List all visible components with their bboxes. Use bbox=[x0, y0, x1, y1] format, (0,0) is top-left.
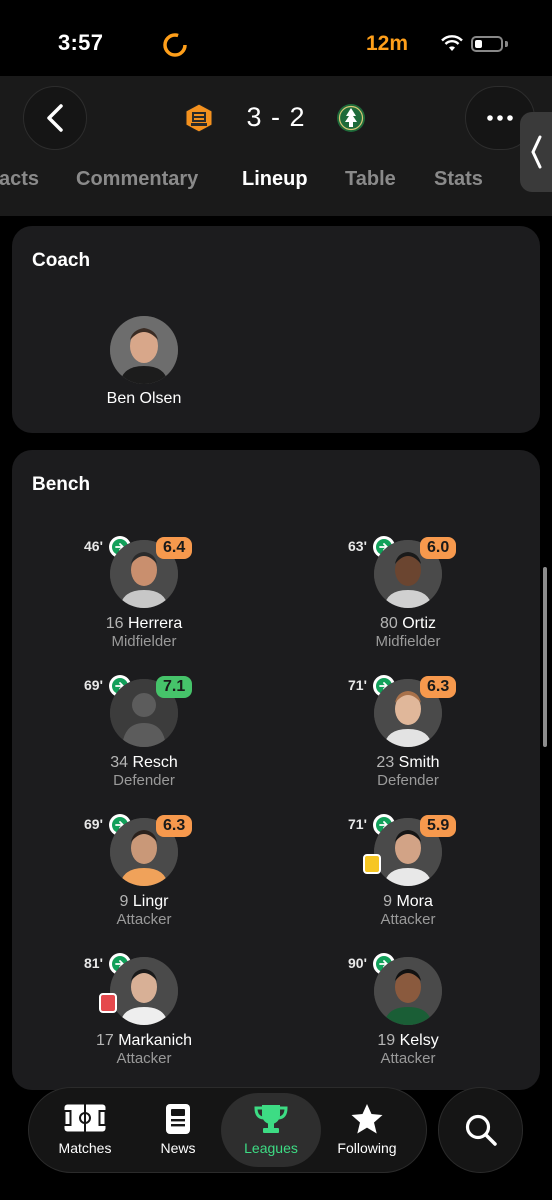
player-rating-badge: 6.4 bbox=[156, 537, 193, 559]
player-position: Defender bbox=[113, 772, 175, 789]
player-number: 16 bbox=[105, 615, 124, 632]
tab-commentary[interactable]: Commentary bbox=[76, 168, 198, 191]
sub-minute: 69' bbox=[84, 677, 103, 693]
player-name: Resch bbox=[132, 754, 178, 771]
player-position: Midfielder bbox=[375, 633, 441, 650]
sub-minute: 63' bbox=[348, 538, 367, 554]
player-number: 19 bbox=[377, 1032, 396, 1049]
battery-icon bbox=[471, 36, 503, 52]
nav-news[interactable]: News bbox=[130, 1087, 226, 1173]
player-number: 17 bbox=[95, 1032, 114, 1049]
player-name: Mora bbox=[396, 893, 433, 910]
coach-section-title: Coach bbox=[32, 250, 91, 271]
wifi-icon bbox=[441, 35, 463, 51]
coach-card: Coach Ben Olsen bbox=[12, 226, 540, 433]
coach-avatar[interactable] bbox=[110, 316, 178, 384]
player-name-line: 16 Herrera bbox=[44, 615, 244, 633]
player-name: Markanich bbox=[118, 1032, 193, 1049]
nav-following[interactable]: Following bbox=[319, 1087, 415, 1173]
portland-timbers-logo bbox=[337, 104, 365, 132]
player-position: Attacker bbox=[380, 911, 436, 928]
player-position: Midfielder bbox=[111, 633, 177, 650]
player-position: Attacker bbox=[116, 1050, 172, 1067]
nav-matches[interactable]: Matches bbox=[37, 1087, 133, 1173]
search-icon bbox=[465, 1114, 497, 1146]
coach-name: Ben Olsen bbox=[106, 390, 182, 407]
player-name: Kelsy bbox=[399, 1032, 439, 1049]
yellow-card-icon bbox=[363, 854, 381, 874]
sub-minute: 71' bbox=[348, 677, 367, 693]
player-number: 80 bbox=[379, 615, 398, 632]
player-name-line: 80 Ortiz bbox=[308, 615, 508, 633]
status-time: 3:57 bbox=[58, 30, 104, 55]
player-position: Defender bbox=[377, 772, 439, 789]
activity-time: 12m bbox=[365, 32, 408, 55]
activity-ring-icon bbox=[163, 33, 187, 57]
trophy-icon bbox=[254, 1105, 288, 1133]
tab-lineup[interactable]: Lineup bbox=[242, 168, 308, 191]
sub-minute: 81' bbox=[84, 955, 103, 971]
scrollbar[interactable] bbox=[543, 567, 547, 747]
player-rating-badge: 6.3 bbox=[420, 676, 457, 698]
red-card-icon bbox=[99, 993, 117, 1013]
player-number: 34 bbox=[110, 754, 128, 771]
nav-matches-label: Matches bbox=[58, 1140, 112, 1156]
pitch-icon bbox=[63, 1104, 107, 1132]
player-name: Smith bbox=[398, 754, 440, 771]
news-icon bbox=[166, 1104, 190, 1134]
chevron-left-icon bbox=[531, 135, 542, 169]
player-name-line: 9 Lingr bbox=[44, 893, 244, 911]
sub-minute: 71' bbox=[348, 816, 367, 832]
match-tabs: acts Commentary Lineup Table Stats bbox=[0, 168, 552, 202]
tab-stats[interactable]: Stats bbox=[434, 168, 483, 191]
more-horizontal-icon bbox=[487, 115, 513, 121]
tab-facts[interactable]: acts bbox=[0, 168, 39, 191]
dynamic-island[interactable]: 12m bbox=[148, 19, 420, 71]
player-name: Herrera bbox=[128, 615, 183, 632]
nav-leagues[interactable]: Leagues bbox=[223, 1087, 319, 1173]
player-rating-badge: 6.0 bbox=[420, 537, 457, 559]
player-rating-badge: 7.1 bbox=[156, 676, 193, 698]
player-name: Ortiz bbox=[402, 615, 437, 632]
sub-minute: 46' bbox=[84, 538, 103, 554]
sub-minute: 90' bbox=[348, 955, 367, 971]
player-number: 9 bbox=[383, 893, 392, 910]
star-icon bbox=[351, 1104, 383, 1134]
sub-minute: 69' bbox=[84, 816, 103, 832]
player-name-line: 17 Markanich bbox=[44, 1032, 244, 1050]
player-position: Attacker bbox=[116, 911, 172, 928]
player-name-line: 9 Mora bbox=[308, 893, 508, 911]
player-name-line: 23 Smith bbox=[308, 754, 508, 772]
battery-tip bbox=[505, 41, 508, 47]
tab-table[interactable]: Table bbox=[345, 168, 396, 191]
player-name-line: 19 Kelsy bbox=[308, 1032, 508, 1050]
player-avatar[interactable] bbox=[110, 957, 178, 1025]
bench-section-title: Bench bbox=[32, 474, 91, 495]
player-rating-badge: 6.3 bbox=[156, 815, 193, 837]
player-name: Lingr bbox=[132, 893, 169, 910]
nav-news-label: News bbox=[160, 1140, 196, 1156]
search-button[interactable] bbox=[438, 1087, 523, 1173]
person-photo bbox=[110, 316, 178, 384]
nav-following-label: Following bbox=[337, 1140, 397, 1156]
nav-leagues-label: Leagues bbox=[244, 1140, 298, 1156]
player-name-line: 34 Resch bbox=[44, 754, 244, 772]
player-number: 23 bbox=[376, 754, 395, 771]
player-position: Attacker bbox=[380, 1050, 436, 1067]
player-avatar[interactable] bbox=[374, 957, 442, 1025]
player-rating-badge: 5.9 bbox=[420, 815, 457, 837]
